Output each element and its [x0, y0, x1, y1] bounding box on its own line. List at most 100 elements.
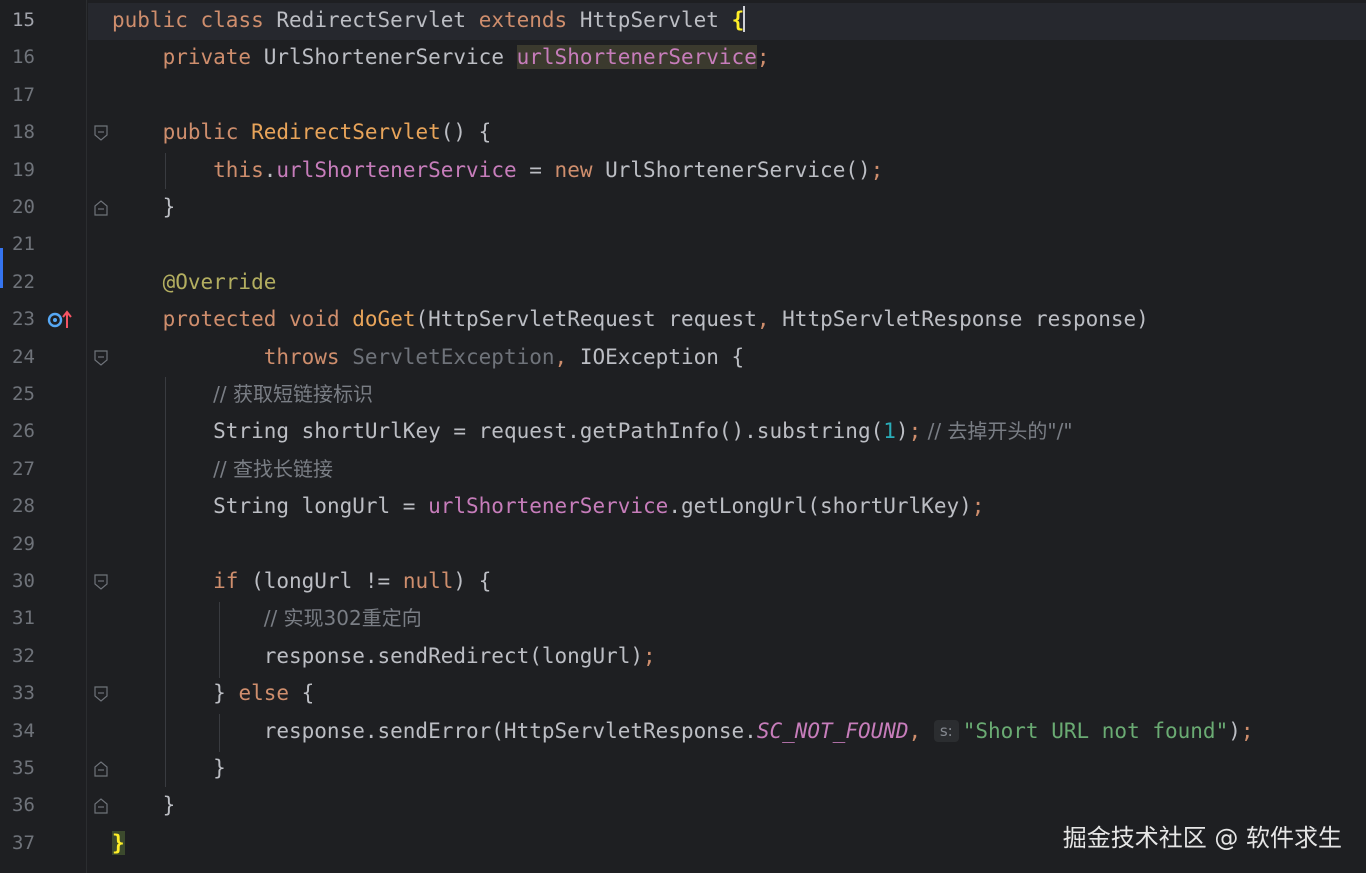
code-token: }	[213, 681, 239, 706]
code-token: ) {	[453, 569, 492, 593]
constructor-name: RedirectServlet	[251, 120, 441, 145]
fold-marker-icon[interactable]	[94, 686, 108, 702]
line-number[interactable]: 26	[12, 413, 52, 450]
code-token: ;	[756, 45, 770, 70]
text-cursor	[743, 6, 746, 32]
code-line-20[interactable]: 20 }	[0, 189, 1366, 226]
constant: SC_NOT_FOUND	[756, 718, 909, 743]
code-token: else	[238, 681, 290, 706]
line-number[interactable]: 21	[12, 226, 52, 263]
code-line-24[interactable]: 24 throws ServletException, IOException …	[0, 339, 1366, 376]
line-number[interactable]: 32	[12, 638, 52, 675]
code-line-34[interactable]: 34 response.sendError(HttpServletRespons…	[0, 713, 1366, 750]
line-number[interactable]: 37	[12, 825, 52, 862]
code-token: ;	[870, 157, 884, 182]
line-number[interactable]: 36	[12, 787, 52, 824]
line-number[interactable]: 28	[12, 488, 52, 525]
line-number[interactable]: 35	[12, 750, 52, 787]
code-token: )	[1228, 718, 1241, 743]
code-text[interactable]: response.sendError(HttpServletResponse.S…	[112, 713, 1254, 750]
code-line-22[interactable]: 22 @Override	[0, 264, 1366, 301]
code-text[interactable]: if (longUrl != null) {	[112, 563, 491, 600]
fold-marker-icon[interactable]	[94, 125, 108, 141]
code-token: ;	[1240, 718, 1254, 743]
code-line-16[interactable]: 16 private UrlShortenerService urlShorte…	[0, 39, 1366, 76]
code-text[interactable]: private UrlShortenerService urlShortener…	[112, 39, 770, 76]
code-text[interactable]: }	[112, 825, 125, 862]
code-token: }	[162, 793, 176, 818]
code-token: HttpServletResponse response)	[769, 307, 1149, 332]
code-text[interactable]: } else {	[112, 675, 314, 712]
code-text[interactable]: }	[112, 787, 176, 824]
line-number[interactable]: 30	[12, 563, 52, 600]
code-line-26[interactable]: 26 String shortUrlKey = request.getPathI…	[0, 413, 1366, 450]
line-number[interactable]: 34	[12, 713, 52, 750]
code-line-31[interactable]: 31 // 实现302重定向	[0, 600, 1366, 637]
code-line-35[interactable]: 35 }	[0, 750, 1366, 787]
line-number[interactable]: 22	[12, 264, 52, 301]
code-line-29[interactable]: 29	[0, 526, 1366, 563]
code-text[interactable]: response.sendRedirect(longUrl);	[112, 638, 656, 675]
parameter-hint: s:	[933, 719, 959, 742]
code-token: }	[213, 756, 226, 780]
code-text[interactable]: // 查找长链接	[112, 451, 333, 488]
code-token: if	[213, 569, 239, 593]
code-line-17[interactable]: 17	[0, 77, 1366, 114]
code-token: (HttpServletRequest request	[415, 307, 757, 332]
code-token: ,	[756, 307, 770, 332]
code-token: ,	[554, 344, 568, 369]
code-line-21[interactable]: 21	[0, 226, 1366, 263]
fold-marker-icon[interactable]	[94, 761, 108, 777]
code-text[interactable]: String longUrl = urlShortenerService.get…	[112, 488, 984, 525]
code-line-30[interactable]: 30 if (longUrl != null) {	[0, 563, 1366, 600]
code-line-15[interactable]: 15 public class RedirectServlet extends H…	[0, 2, 1366, 39]
code-token: String shortUrlKey = request.getPathInfo…	[213, 419, 884, 444]
line-number[interactable]: 29	[12, 526, 52, 563]
fold-marker-icon[interactable]	[94, 200, 108, 216]
code-text[interactable]: public RedirectServlet() {	[112, 114, 492, 151]
line-number[interactable]: 15	[12, 2, 52, 39]
code-text[interactable]: protected void doGet(HttpServletRequest …	[112, 301, 1149, 338]
line-number[interactable]: 20	[12, 189, 52, 226]
code-text[interactable]: public class RedirectServlet extends Htt…	[112, 2, 746, 39]
annotation: @Override	[162, 269, 277, 294]
code-line-19[interactable]: 19 this.urlShortenerService = new UrlSho…	[0, 152, 1366, 189]
class-name: RedirectServlet	[276, 8, 467, 32]
line-number[interactable]: 27	[12, 451, 52, 488]
line-number[interactable]: 24	[12, 339, 52, 376]
code-text[interactable]: }	[112, 750, 226, 787]
code-token: ;	[908, 419, 922, 444]
code-token: .getLongUrl(shortUrlKey)	[668, 494, 972, 519]
field-name: urlShortenerService	[516, 45, 757, 70]
code-text[interactable]: // 实现302重定向	[112, 600, 422, 637]
code-text[interactable]: throws ServletException, IOException {	[112, 339, 744, 376]
line-number[interactable]: 18	[12, 114, 52, 151]
line-number[interactable]: 33	[12, 675, 52, 712]
line-number[interactable]: 16	[12, 39, 52, 76]
line-number[interactable]: 17	[12, 77, 52, 114]
code-token: {	[289, 681, 315, 706]
code-line-18[interactable]: 18 public RedirectServlet() {	[0, 114, 1366, 151]
code-text[interactable]: @Override	[112, 264, 277, 301]
line-number[interactable]: 31	[12, 600, 52, 637]
code-line-27[interactable]: 27 // 查找长链接	[0, 451, 1366, 488]
fold-marker-icon[interactable]	[94, 574, 108, 590]
code-line-23[interactable]: 23 protected void doGet(HttpServletReque…	[0, 301, 1366, 338]
code-line-28[interactable]: 28 String longUrl = urlShortenerService.…	[0, 488, 1366, 525]
code-token: response.sendError(HttpServletResponse.	[263, 718, 757, 743]
code-line-25[interactable]: 25 // 获取短链接标识	[0, 376, 1366, 413]
code-line-33[interactable]: 33 } else {	[0, 675, 1366, 712]
line-number[interactable]: 19	[12, 152, 52, 189]
code-text[interactable]: }	[112, 189, 176, 226]
code-text[interactable]: String shortUrlKey = request.getPathInfo…	[112, 413, 1072, 450]
fold-marker-icon[interactable]	[94, 798, 108, 814]
code-line-32[interactable]: 32 response.sendRedirect(longUrl);	[0, 638, 1366, 675]
comment: // 获取短链接标识	[213, 382, 373, 406]
code-text[interactable]: this.urlShortenerService = new UrlShorte…	[112, 152, 883, 189]
code-text[interactable]: // 获取短链接标识	[112, 376, 373, 413]
code-token: extends	[478, 8, 568, 32]
override-method-icon[interactable]	[46, 308, 74, 332]
line-number[interactable]: 25	[12, 376, 52, 413]
code-token: () {	[440, 120, 492, 145]
fold-marker-icon[interactable]	[94, 349, 108, 366]
